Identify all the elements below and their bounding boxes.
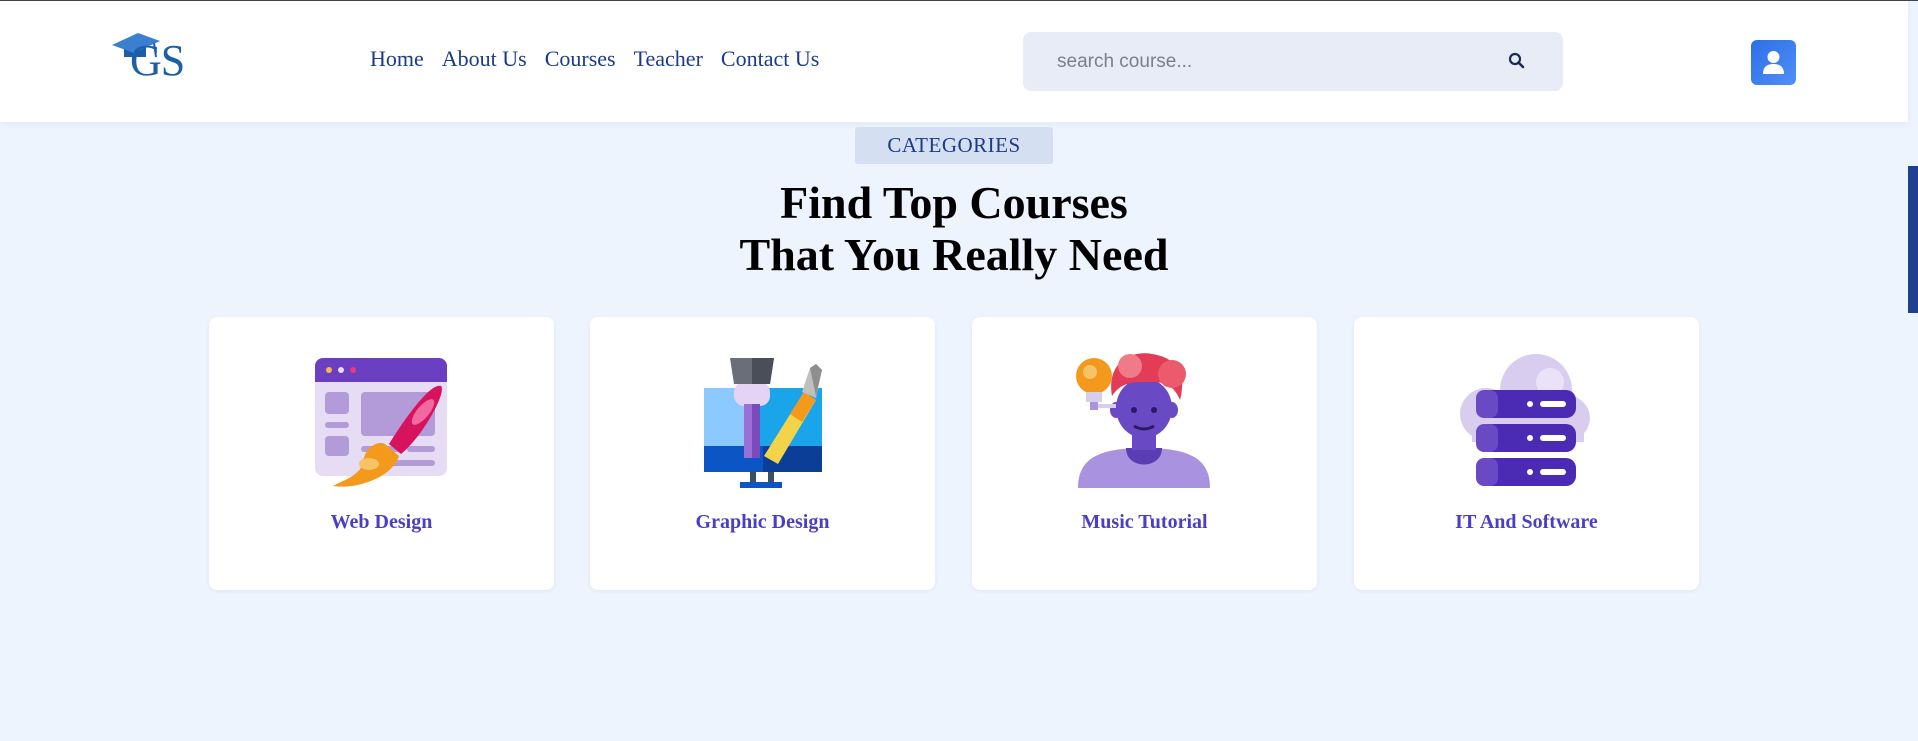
- section-tag: CATEGORIES: [855, 127, 1053, 164]
- scrollbar-thumb[interactable]: [1908, 166, 1918, 313]
- logo[interactable]: GS: [110, 27, 196, 85]
- category-card-web-design[interactable]: Web Design: [209, 317, 554, 590]
- category-card-graphic-design[interactable]: Graphic Design: [590, 317, 935, 590]
- search-box: [1023, 32, 1563, 91]
- nav-teacher[interactable]: Teacher: [634, 46, 703, 72]
- user-icon: [1763, 51, 1784, 74]
- category-label: Music Tutorial: [1081, 511, 1208, 533]
- web-design-icon: [315, 358, 447, 487]
- nav-contact-us[interactable]: Contact Us: [721, 46, 819, 72]
- graphic-design-icon: [704, 358, 822, 488]
- heading-line-2: That You Really Need: [739, 229, 1169, 280]
- main-nav: Home About Us Courses Teacher Contact Us: [370, 46, 819, 72]
- music-tutorial-icon: [1076, 353, 1210, 488]
- heading-line-1: Find Top Courses: [780, 177, 1128, 228]
- category-card-music-tutorial[interactable]: Music Tutorial: [972, 317, 1317, 590]
- nav-courses[interactable]: Courses: [545, 46, 616, 72]
- user-account-button[interactable]: [1751, 40, 1796, 85]
- category-label: IT And Software: [1455, 511, 1598, 533]
- search-icon[interactable]: [1507, 51, 1527, 71]
- navbar: GS Home About Us Courses Teacher Contact…: [0, 1, 1908, 122]
- nav-about-us[interactable]: About Us: [442, 46, 527, 72]
- search-input[interactable]: [1057, 32, 1497, 91]
- category-card-it-and-software[interactable]: IT And Software: [1354, 317, 1699, 590]
- logo-text: GS: [130, 36, 185, 85]
- section-heading: Find Top Courses That You Really Need: [0, 177, 1908, 281]
- it-software-icon: [1460, 354, 1590, 486]
- category-label: Web Design: [330, 511, 433, 533]
- category-label: Graphic Design: [695, 511, 830, 533]
- nav-home[interactable]: Home: [370, 46, 424, 72]
